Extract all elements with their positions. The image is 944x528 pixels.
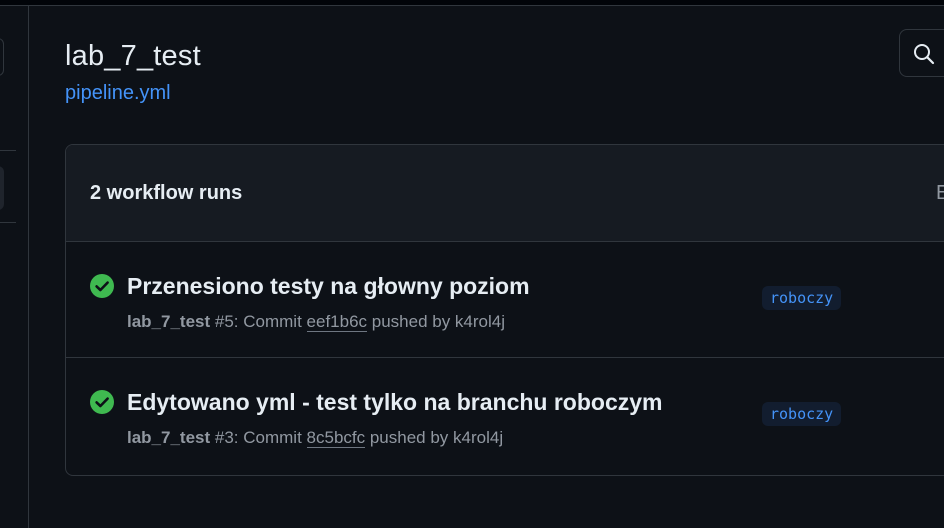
top-header-edge bbox=[0, 0, 944, 6]
run-title-link[interactable]: Edytowano yml - test tylko na branchu ro… bbox=[127, 389, 662, 416]
run-title-link[interactable]: Przenesiono testy na głowny poziom bbox=[127, 273, 530, 300]
sidebar-new-workflow-button[interactable] bbox=[0, 38, 4, 76]
workflow-run-row[interactable]: Przenesiono testy na głowny poziom lab_7… bbox=[66, 242, 944, 358]
run-meta: lab_7_test #3: Commit 8c5bcfc pushed by … bbox=[127, 428, 503, 448]
run-event-suffix: pushed by k4rol4j bbox=[365, 428, 504, 447]
search-icon bbox=[914, 44, 935, 65]
search-button[interactable] bbox=[899, 29, 944, 77]
run-event-prefix: #3: Commit bbox=[210, 428, 307, 447]
commit-sha-link[interactable]: 8c5bcfc bbox=[306, 428, 366, 448]
run-event-suffix: pushed by k4rol4j bbox=[367, 312, 506, 331]
run-event-prefix: #5: Commit bbox=[210, 312, 307, 331]
check-circle-fill-icon bbox=[90, 390, 114, 414]
runs-list-header: 2 workflow runs E bbox=[66, 145, 944, 242]
page-title: lab_7_test bbox=[65, 40, 201, 72]
commit-sha-link[interactable]: eef1b6c bbox=[306, 312, 368, 332]
runs-count: 2 workflow runs bbox=[90, 182, 243, 204]
workflow-sidebar bbox=[0, 6, 29, 528]
sidebar-divider bbox=[0, 150, 16, 151]
run-workflow-name: lab_7_test bbox=[127, 312, 211, 331]
sidebar-divider bbox=[0, 222, 16, 223]
branch-badge[interactable]: roboczy bbox=[762, 402, 842, 426]
check-circle-fill-icon bbox=[90, 274, 114, 298]
workflow-runs-list: 2 workflow runs E Przenesiono testy na g… bbox=[65, 144, 944, 476]
run-workflow-name: lab_7_test bbox=[127, 428, 211, 447]
event-filter-dropdown[interactable]: E bbox=[936, 182, 944, 205]
branch-badge[interactable]: roboczy bbox=[762, 286, 842, 310]
sidebar-item-active[interactable] bbox=[0, 166, 4, 210]
run-meta: lab_7_test #5: Commit eef1b6c pushed by … bbox=[127, 312, 505, 332]
workflow-run-row[interactable]: Edytowano yml - test tylko na branchu ro… bbox=[66, 358, 944, 474]
workflow-file-link[interactable]: pipeline.yml bbox=[65, 82, 171, 105]
